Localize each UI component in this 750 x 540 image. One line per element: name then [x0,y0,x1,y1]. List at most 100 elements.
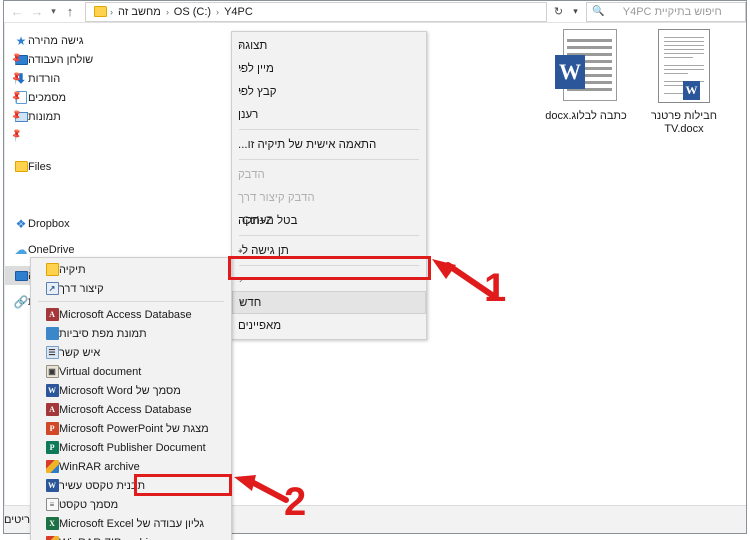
submenu-item-rich-text-format[interactable]: W תבנית טקסט עשיר [31,476,231,495]
onedrive-icon: ☁ [14,241,28,257]
sidebar-item-label: גישה מהירה [28,34,84,47]
excel-icon: X [45,517,59,531]
submenu-item-label: מסמך טקסט [59,498,119,511]
breadcrumb-separator: › [216,6,220,17]
shortcut-icon: ↗ [45,282,59,296]
menu-item-give-access-to[interactable]: תן גישה ל- ‹ [232,239,426,262]
submenu-item-shortcut[interactable]: ↗ קיצור דרך [31,279,231,298]
submenu-item-label: תיקיה [59,263,86,276]
sidebar-item-label: תמונות [28,110,61,123]
menu-item-refresh[interactable]: רענן [232,103,426,126]
submenu-item-text-document[interactable]: ≡ מסמך טקסט [31,495,231,514]
sidebar-item-desktop[interactable]: 📌 שולחן העבודה [5,50,116,69]
contact-icon: ☰ [45,346,59,360]
word-doc-icon: W [555,29,617,105]
pin-icon[interactable]: 📌 [9,128,24,143]
file-name: חבילות פרטנר TV.docx [651,110,717,135]
virtual-document-icon: ▣ [45,365,59,379]
submenu-item-access-database-2[interactable]: A Microsoft Access Database [31,400,231,419]
sidebar-item-label: Files [28,160,52,173]
sidebar-item-files-pin-row[interactable]: 📌 [5,126,116,145]
word-doc-preview: W [655,29,713,105]
navigation-buttons: ← → ▾ ↑ [4,1,83,23]
submenu-item-label: Virtual document [59,365,142,378]
submenu-item-contact[interactable]: ☰ איש קשר [31,343,231,362]
access-icon: A [45,308,59,322]
submenu-item-excel-worksheet[interactable]: X גליון עבודה של Microsoft Excel [31,514,231,533]
breadcrumb-item-0[interactable]: מחשב זה [116,6,163,18]
file-name: כתבה לבלוג.docx [545,110,627,122]
search-input[interactable]: 🔍 חיפוש בתיקיית Y4PC [586,1,746,22]
sidebar-item-files[interactable]: Files [5,157,116,176]
menu-item-customize-folder[interactable]: התאמה אישית של תיקיה זו... [232,133,426,156]
submenu-item-label: גליון עבודה של Microsoft Excel [59,517,205,530]
menu-item-label: התאמה אישית של תיקיה זו... [238,138,377,151]
menu-separator [239,235,419,236]
arrow-up-icon[interactable]: ↑ [60,2,80,22]
menu-item-group-by[interactable]: קבץ לפי ‹ [232,80,426,103]
winrar-zip-icon [45,536,59,540]
menu-item-paste: הדבק [232,163,426,186]
submenu-item-powerpoint-presentation[interactable]: P מצגת של Microsoft PowerPoint [31,419,231,438]
menu-item-sort-by[interactable]: מיין לפי ‹ [232,57,426,80]
winrar-icon [45,460,59,474]
access-icon: A [45,403,59,417]
address-toolbar: ← → ▾ ↑ › מחשב זה › OS (C:) › Y4PC ↻ ▾ 🔍 [4,1,746,23]
new-submenu[interactable]: תיקיה ↗ קיצור דרך A Microsoft Access Dat… [30,257,232,540]
file-item[interactable]: W חבילות פרטנר TV.docx [636,29,732,136]
refresh-group: ↻ ▾ [550,2,584,22]
submenu-item-virtual-document[interactable]: ▣ Virtual document [31,362,231,381]
chevron-left-icon: ‹ [239,39,243,52]
menu-item-label: מאפיינים [238,319,282,332]
menu-item-new[interactable]: חדש ‹ [232,291,426,314]
submenu-item-access-database[interactable]: A Microsoft Access Database [31,305,231,324]
sidebar-item-downloads[interactable]: 📌 ⬇ הורדות [5,69,116,88]
submenu-item-label: Microsoft Access Database [59,403,192,416]
chevron-down-icon[interactable]: ▾ [47,2,60,22]
breadcrumb-item-1[interactable]: OS (C:) [172,6,213,18]
menu-separator [239,159,419,160]
navpane-gap [5,145,116,157]
breadcrumb-separator: › [165,6,169,17]
forward-icon[interactable]: → [27,2,47,22]
sidebar-item-dropbox[interactable]: ❖ Dropbox [5,214,116,233]
submenu-item-label: WinRAR ZIP archive [59,537,160,540]
submenu-item-word-document[interactable]: W מסמך של Microsoft Word [31,381,231,400]
dropbox-icon: ❖ [15,216,27,231]
menu-item-view[interactable]: תצוגה ‹ [232,34,426,57]
menu-item-blank[interactable]: ‹ [232,269,426,291]
submenu-item-bitmap-image[interactable]: תמונת מפת סיביות [31,324,231,343]
submenu-item-folder[interactable]: תיקיה [31,260,231,279]
submenu-item-label: תמונת מפת סיביות [59,327,147,340]
submenu-item-publisher-document[interactable]: P Microsoft Publisher Document [31,438,231,457]
menu-item-undo-copy[interactable]: בטל העתקה Ctrl+Z [232,209,426,232]
sidebar-item-documents[interactable]: 📌 מסמכים [5,88,116,107]
rtf-icon: W [45,479,59,493]
menu-item-paste-shortcut: הדבק קיצור דרך [232,186,426,209]
file-grid: W כתבה לבלוג.docx W חבילות פרטנר TV.docx [536,29,732,136]
sidebar-item-label: הורדות [28,72,61,85]
submenu-item-winrar-zip-archive[interactable]: WinRAR ZIP archive [31,533,231,540]
sidebar-item-quick-access[interactable]: ★ גישה מהירה [5,31,116,50]
star-icon: ★ [15,33,27,48]
breadcrumb[interactable]: › מחשב זה › OS (C:) › Y4PC [85,1,547,22]
refresh-icon[interactable]: ↻ [550,5,567,18]
sidebar-item-pictures[interactable]: 📌 תמונות [5,107,116,126]
submenu-item-label: Microsoft Access Database [59,308,192,321]
breadcrumb-item-2[interactable]: Y4PC [222,6,255,18]
submenu-item-winrar-archive[interactable]: WinRAR archive [31,457,231,476]
submenu-item-label: מסמך של Microsoft Word [59,384,181,397]
menu-item-properties[interactable]: מאפיינים [232,314,426,337]
context-menu[interactable]: תצוגה ‹ מיין לפי ‹ קבץ לפי ‹ רענן התאמה … [231,31,427,340]
file-item[interactable]: W כתבה לבלוג.docx [538,29,634,136]
publisher-icon: P [45,441,59,455]
back-icon[interactable]: ← [7,2,27,22]
submenu-item-label: WinRAR archive [59,460,140,473]
submenu-item-label: מצגת של Microsoft PowerPoint [59,422,209,435]
folder-icon [14,160,28,174]
history-chevron-down-icon[interactable]: ▾ [567,6,584,17]
folder-icon [94,6,107,17]
chevron-left-icon: ‹ [240,296,244,309]
menu-separator [239,265,419,266]
submenu-item-label: תבנית טקסט עשיר [59,479,146,492]
